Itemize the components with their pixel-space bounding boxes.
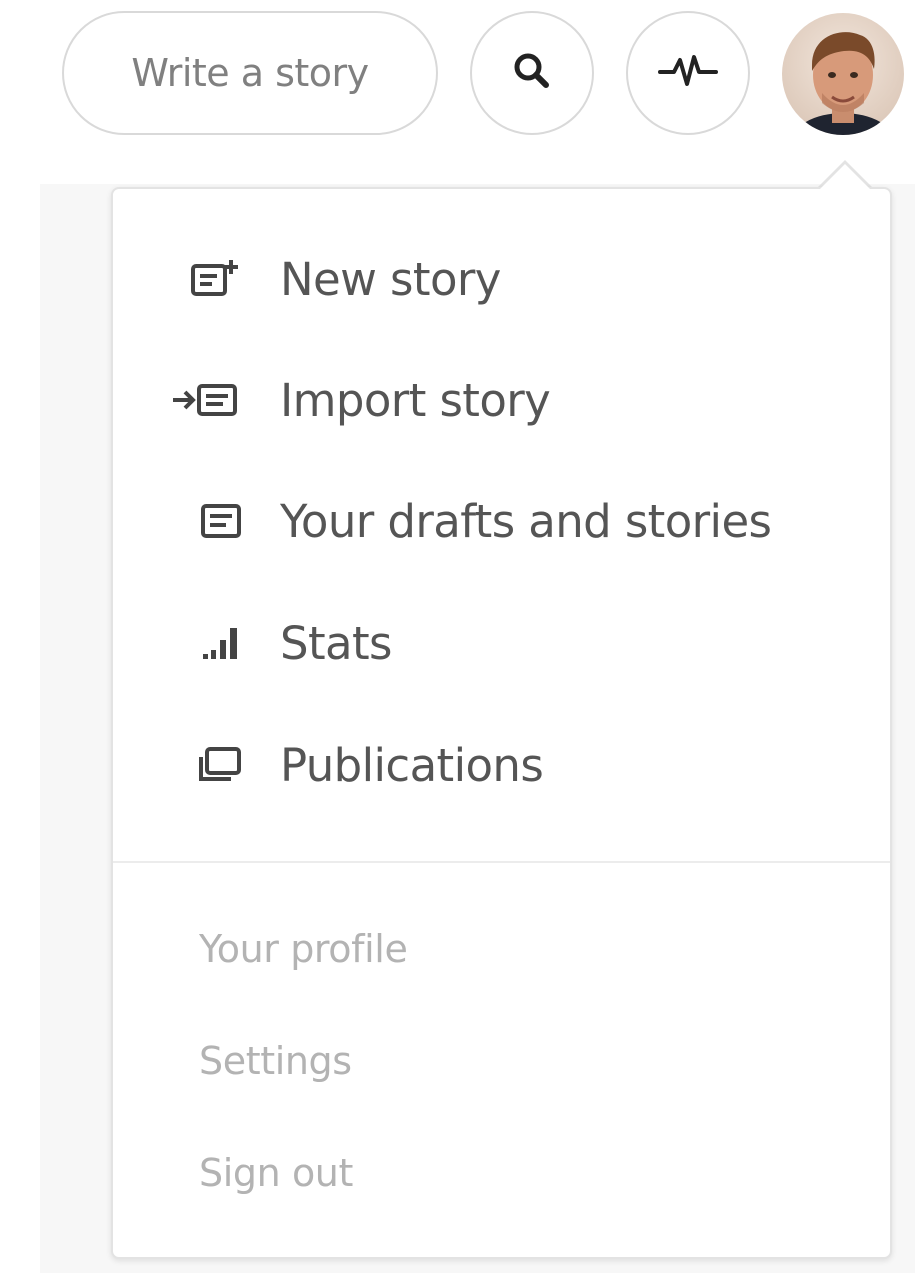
avatar[interactable]	[782, 13, 904, 135]
menu-item-sign-out[interactable]: Sign out	[199, 1151, 353, 1195]
dropdown-caret-fill	[818, 164, 872, 191]
page: Write a story New story Import story You…	[0, 0, 915, 1273]
menu-item-label: Import story	[280, 373, 551, 427]
menu-item-label: Your drafts and stories	[280, 494, 772, 548]
avatar-image	[782, 13, 904, 135]
menu-item-drafts[interactable]: Your drafts and stories	[113, 471, 890, 571]
menu-item-label: Publications	[280, 738, 544, 792]
search-icon	[510, 49, 554, 97]
activity-button[interactable]	[626, 11, 750, 135]
write-story-button[interactable]: Write a story	[62, 11, 438, 135]
menu-item-import-story[interactable]: Import story	[113, 350, 890, 450]
menu-item-new-story[interactable]: New story	[113, 229, 890, 329]
menu-divider	[113, 861, 890, 863]
menu-item-publications[interactable]: Publications	[113, 715, 890, 815]
import-story-icon	[171, 370, 241, 430]
search-button[interactable]	[470, 11, 594, 135]
menu-item-label: Stats	[280, 616, 392, 670]
write-story-label: Write a story	[131, 51, 369, 95]
publications-icon	[171, 735, 241, 795]
drafts-icon	[171, 491, 241, 551]
top-bar: Write a story	[0, 0, 915, 180]
menu-item-stats[interactable]: Stats	[113, 593, 890, 693]
menu-item-settings[interactable]: Settings	[199, 1039, 352, 1083]
activity-pulse-icon	[658, 51, 718, 95]
new-story-icon	[171, 249, 241, 309]
account-dropdown-menu: New story Import story Your drafts and s…	[111, 187, 892, 1259]
menu-item-your-profile[interactable]: Your profile	[199, 927, 408, 971]
stats-icon	[171, 613, 241, 673]
menu-item-label: New story	[280, 252, 501, 306]
